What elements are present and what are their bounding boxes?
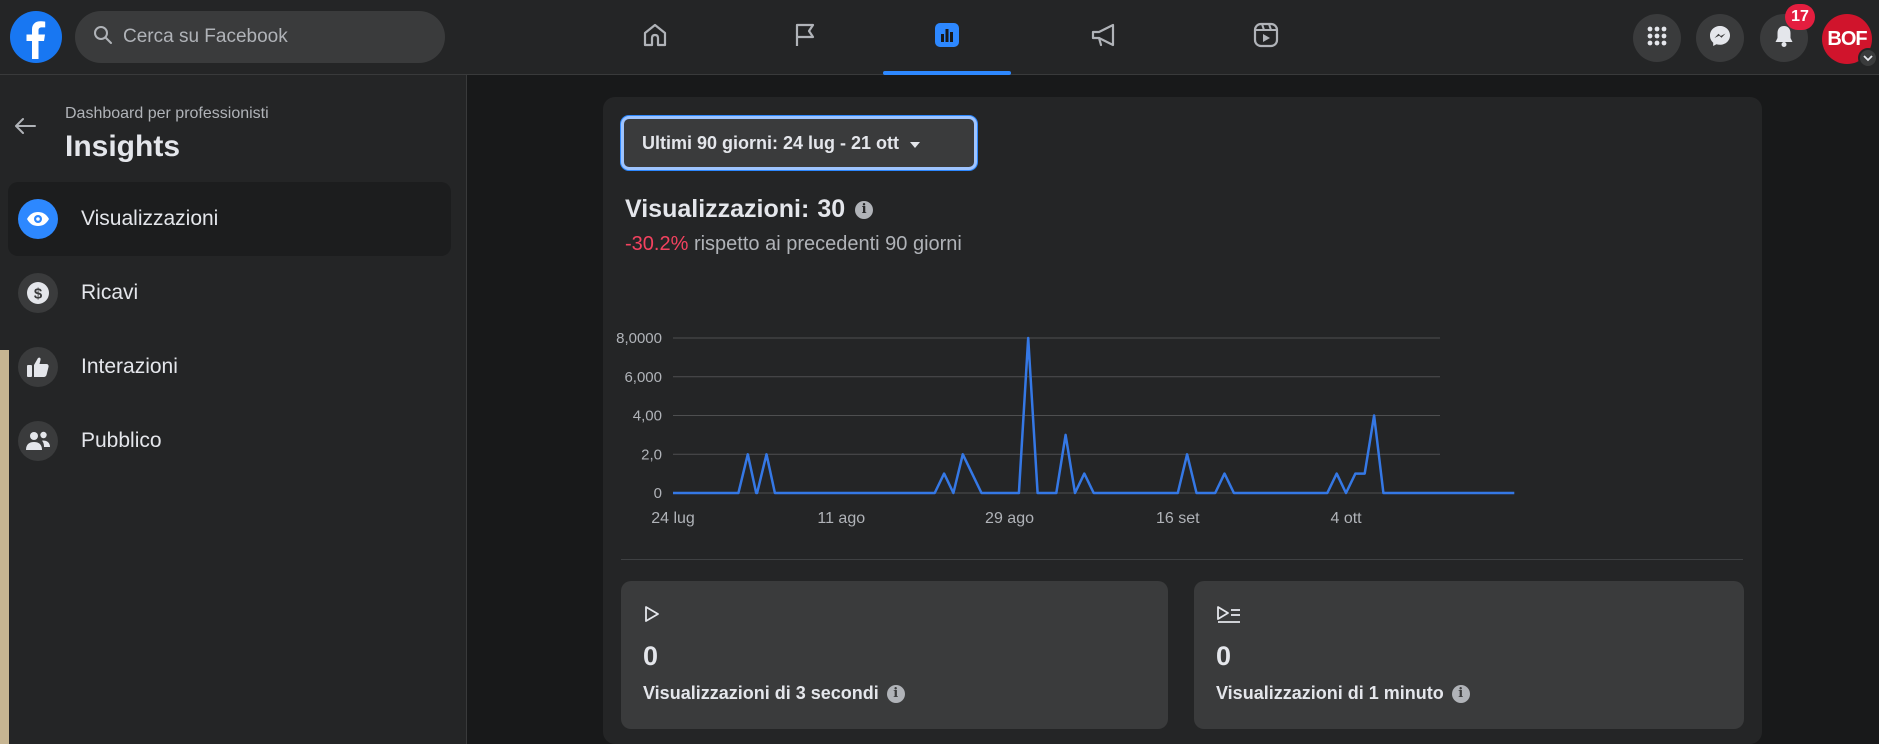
y-tick-label: 0: [654, 485, 662, 502]
tab-insights[interactable]: [877, 0, 1017, 75]
search-icon: [93, 25, 113, 50]
stat-label: Visualizzazioni di 1 minuto i: [1216, 683, 1470, 704]
messenger-icon: [1708, 24, 1732, 53]
svg-text:$: $: [34, 286, 43, 303]
info-icon[interactable]: i: [855, 200, 874, 219]
arrow-left-icon: [14, 117, 36, 140]
sidebar-item-label: Pubblico: [81, 429, 162, 452]
insights-icon: [932, 20, 962, 55]
flag-icon: [791, 21, 819, 54]
stat-card-1min-views: 0 Visualizzazioni di 1 minuto i: [1194, 581, 1744, 729]
tab-ads[interactable]: [1035, 0, 1175, 75]
date-range-label: Ultimi 90 giorni: 24 lug - 21 ott: [642, 132, 900, 153]
sidebar-item-interazioni[interactable]: Interazioni: [8, 330, 451, 404]
stat-card-3s-views: 0 Visualizzazioni di 3 secondi i: [621, 581, 1168, 729]
metric-label: Visualizzazioni:: [625, 195, 810, 223]
views-line-chart: 0 2,0 4,00 6,000 8,0000 24 lug 11 ago 29 ago 16 …: [616, 330, 1515, 527]
people-icon: [18, 421, 58, 461]
sidebar-item-ricavi[interactable]: $ Ricavi: [8, 256, 451, 330]
play-icon: [643, 605, 661, 628]
insights-sidebar: Dashboard per professionisti Insights Vi…: [0, 75, 467, 744]
x-tick-label: 29 ago: [985, 510, 1034, 527]
menu-button[interactable]: [1633, 14, 1681, 62]
sidebar-item-label: Interazioni: [81, 355, 178, 378]
x-tick-label: 24 lug: [651, 510, 695, 527]
dollar-icon: $: [18, 273, 58, 313]
metric-title: Visualizzazioni: 30 i: [625, 195, 874, 224]
stat-value: 0: [1216, 641, 1232, 671]
facebook-logo-icon[interactable]: [10, 11, 62, 63]
info-icon[interactable]: i: [886, 684, 905, 703]
stat-value: 0: [643, 641, 659, 671]
info-icon[interactable]: i: [1451, 684, 1470, 703]
x-tick-label: 11 ago: [817, 510, 865, 527]
x-tick-label: 4 ott: [1330, 510, 1362, 527]
stat-label-text: Visualizzazioni di 3 secondi: [643, 683, 879, 703]
y-tick-label: 2,0: [641, 446, 662, 463]
sidebar-item-label: Visualizzazioni: [81, 207, 219, 230]
stat-label: Visualizzazioni di 3 secondi i: [643, 683, 905, 704]
y-tick-label: 6,000: [624, 369, 662, 386]
account-menu-chevron[interactable]: [1858, 48, 1878, 68]
y-tick-label: 4,00: [633, 408, 662, 425]
chevron-down-icon: [1863, 49, 1873, 67]
background-edge: [0, 350, 9, 744]
messenger-button[interactable]: [1696, 14, 1744, 62]
tab-reels[interactable]: [1196, 0, 1336, 75]
home-icon: [641, 21, 669, 54]
caret-down-icon: [909, 133, 921, 154]
eye-icon: [18, 199, 58, 239]
tab-home[interactable]: [585, 0, 725, 75]
search-input[interactable]: [123, 26, 423, 48]
tab-pages[interactable]: [735, 0, 875, 75]
date-range-dropdown[interactable]: Ultimi 90 giorni: 24 lug - 21 ott: [621, 116, 977, 170]
top-navigation-bar: 17 BOF: [0, 0, 1879, 75]
page-title: Insights: [65, 130, 181, 163]
metric-value: 30: [817, 195, 846, 223]
sidebar-subtitle: Dashboard per professionisti: [65, 105, 269, 122]
sidebar-item-pubblico[interactable]: Pubblico: [8, 404, 451, 478]
play-list-icon: [1216, 605, 1242, 628]
avatar-text: BOF: [1827, 27, 1867, 50]
search-box[interactable]: [75, 11, 445, 63]
back-button[interactable]: [12, 115, 38, 141]
y-tick-label: 8,0000: [616, 330, 662, 347]
thumbs-up-icon: [18, 347, 58, 387]
stat-label-text: Visualizzazioni di 1 minuto: [1216, 683, 1444, 703]
notification-count-badge: 17: [1785, 4, 1815, 30]
sidebar-item-label: Ricavi: [81, 281, 139, 304]
x-tick-label: 16 set: [1156, 510, 1200, 527]
insights-card: Ultimi 90 giorni: 24 lug - 21 ott Visual…: [603, 97, 1762, 744]
grid-menu-icon: [1646, 25, 1668, 52]
reels-icon: [1251, 20, 1281, 55]
megaphone-icon: [1089, 21, 1121, 54]
divider: [621, 559, 1743, 560]
sidebar-item-visualizzazioni[interactable]: Visualizzazioni: [8, 182, 451, 256]
